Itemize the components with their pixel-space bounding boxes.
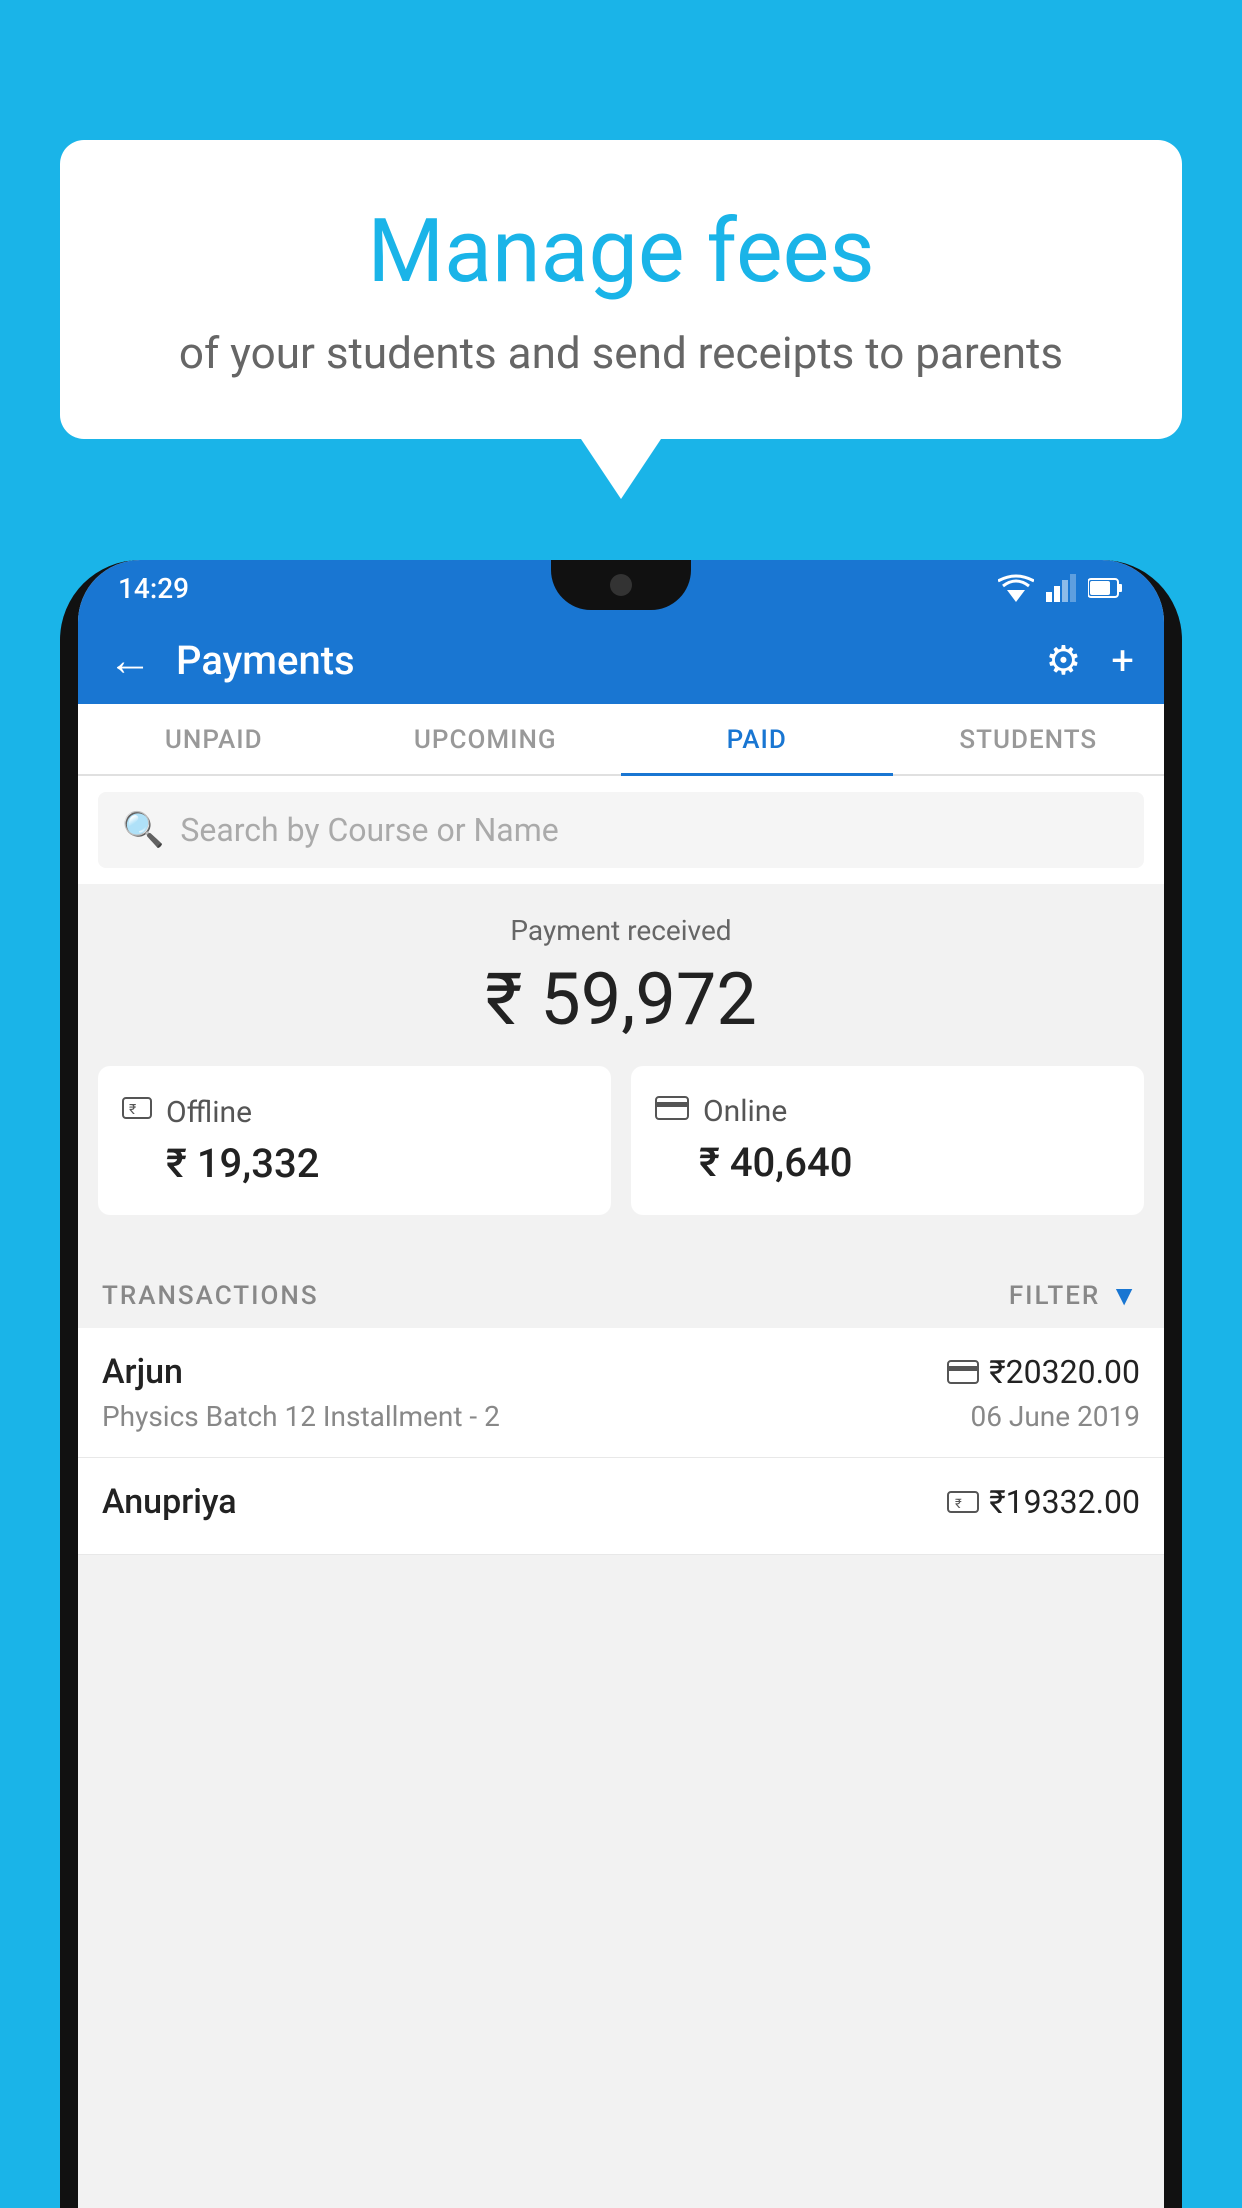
status-icons xyxy=(998,574,1124,602)
offline-label: Offline xyxy=(166,1095,252,1130)
search-bar[interactable]: 🔍 Search by Course or Name xyxy=(98,792,1144,868)
transactions-label: TRANSACTIONS xyxy=(102,1281,319,1311)
offline-card-header: ₹ Offline xyxy=(122,1094,252,1130)
transaction-amount-anupriya: ₹19332.00 xyxy=(989,1483,1140,1521)
app-bar-title: Payments xyxy=(176,637,355,684)
phone-screen: 14:29 xyxy=(78,560,1164,2208)
tabs-container: UNPAID UPCOMING PAID STUDENTS xyxy=(78,704,1164,776)
tab-upcoming[interactable]: UPCOMING xyxy=(350,706,622,776)
transaction-top-arjun: Arjun ₹20320.00 xyxy=(102,1352,1140,1392)
search-input[interactable]: Search by Course or Name xyxy=(180,811,558,849)
filter-icon: ▼ xyxy=(1110,1279,1140,1312)
payment-total-amount: ₹ 59,972 xyxy=(78,957,1164,1042)
online-label: Online xyxy=(703,1094,787,1129)
transaction-course-arjun: Physics Batch 12 Installment - 2 xyxy=(102,1400,500,1433)
speech-bubble-wrapper: Manage fees of your students and send re… xyxy=(60,140,1182,499)
wifi-icon xyxy=(998,574,1034,602)
phone-frame: 14:29 xyxy=(60,560,1182,2208)
tab-students[interactable]: STUDENTS xyxy=(893,706,1165,776)
online-icon xyxy=(655,1094,689,1129)
svg-text:₹: ₹ xyxy=(129,1102,136,1118)
transaction-name-arjun: Arjun xyxy=(102,1352,183,1392)
speech-bubble-tail xyxy=(581,439,661,499)
payment-mode-offline-icon: ₹ xyxy=(947,1489,979,1515)
online-amount: ₹ 40,640 xyxy=(655,1139,852,1186)
transaction-date-arjun: 06 June 2019 xyxy=(970,1400,1140,1433)
online-card-header: Online xyxy=(655,1094,787,1129)
svg-text:₹: ₹ xyxy=(955,1497,962,1512)
amount-row-anupriya: ₹ ₹19332.00 xyxy=(947,1483,1140,1521)
speech-bubble: Manage fees of your students and send re… xyxy=(60,140,1182,439)
transaction-list: Arjun ₹20320.00 Physics Batch 12 Install… xyxy=(78,1328,1164,1555)
search-container: 🔍 Search by Course or Name xyxy=(78,776,1164,884)
tab-paid[interactable]: PAID xyxy=(621,706,893,776)
transaction-bottom-arjun: Physics Batch 12 Installment - 2 06 June… xyxy=(102,1400,1140,1433)
signal-icon xyxy=(1046,574,1076,602)
table-row[interactable]: Arjun ₹20320.00 Physics Batch 12 Install… xyxy=(78,1328,1164,1458)
payment-mode-online-icon xyxy=(947,1360,979,1384)
app-bar: ← Payments ⚙ + xyxy=(78,616,1164,704)
transactions-header: TRANSACTIONS FILTER ▼ xyxy=(78,1259,1164,1328)
transaction-amount-arjun: ₹20320.00 xyxy=(989,1353,1140,1391)
speech-bubble-title: Manage fees xyxy=(140,200,1102,303)
front-camera xyxy=(610,574,632,596)
speech-bubble-subtitle: of your students and send receipts to pa… xyxy=(140,327,1102,379)
filter-label: FILTER xyxy=(1009,1281,1100,1311)
battery-icon xyxy=(1088,577,1124,599)
settings-button[interactable]: ⚙ xyxy=(1045,637,1081,684)
table-row[interactable]: Anupriya ₹ ₹19332.00 xyxy=(78,1458,1164,1555)
amount-row-arjun: ₹20320.00 xyxy=(947,1353,1140,1391)
payment-cards: ₹ Offline ₹ 19,332 xyxy=(78,1066,1164,1239)
transaction-name-anupriya: Anupriya xyxy=(102,1482,237,1522)
transaction-top-anupriya: Anupriya ₹ ₹19332.00 xyxy=(102,1482,1140,1522)
status-time: 14:29 xyxy=(118,572,189,605)
payment-received-label: Payment received xyxy=(78,914,1164,947)
phone-notch xyxy=(551,560,691,610)
search-icon: 🔍 xyxy=(122,810,164,850)
app-bar-left: ← Payments xyxy=(108,634,355,686)
offline-icon: ₹ xyxy=(122,1094,152,1130)
tab-unpaid[interactable]: UNPAID xyxy=(78,706,350,776)
app-bar-right: ⚙ + xyxy=(1045,637,1134,684)
offline-amount: ₹ 19,332 xyxy=(122,1140,319,1187)
add-button[interactable]: + xyxy=(1111,637,1134,684)
filter-button[interactable]: FILTER ▼ xyxy=(1009,1279,1140,1312)
back-button[interactable]: ← xyxy=(108,634,152,686)
payment-summary: Payment received ₹ 59,972 ₹ Offline xyxy=(78,884,1164,1259)
online-card: Online ₹ 40,640 xyxy=(631,1066,1144,1215)
offline-card: ₹ Offline ₹ 19,332 xyxy=(98,1066,611,1215)
